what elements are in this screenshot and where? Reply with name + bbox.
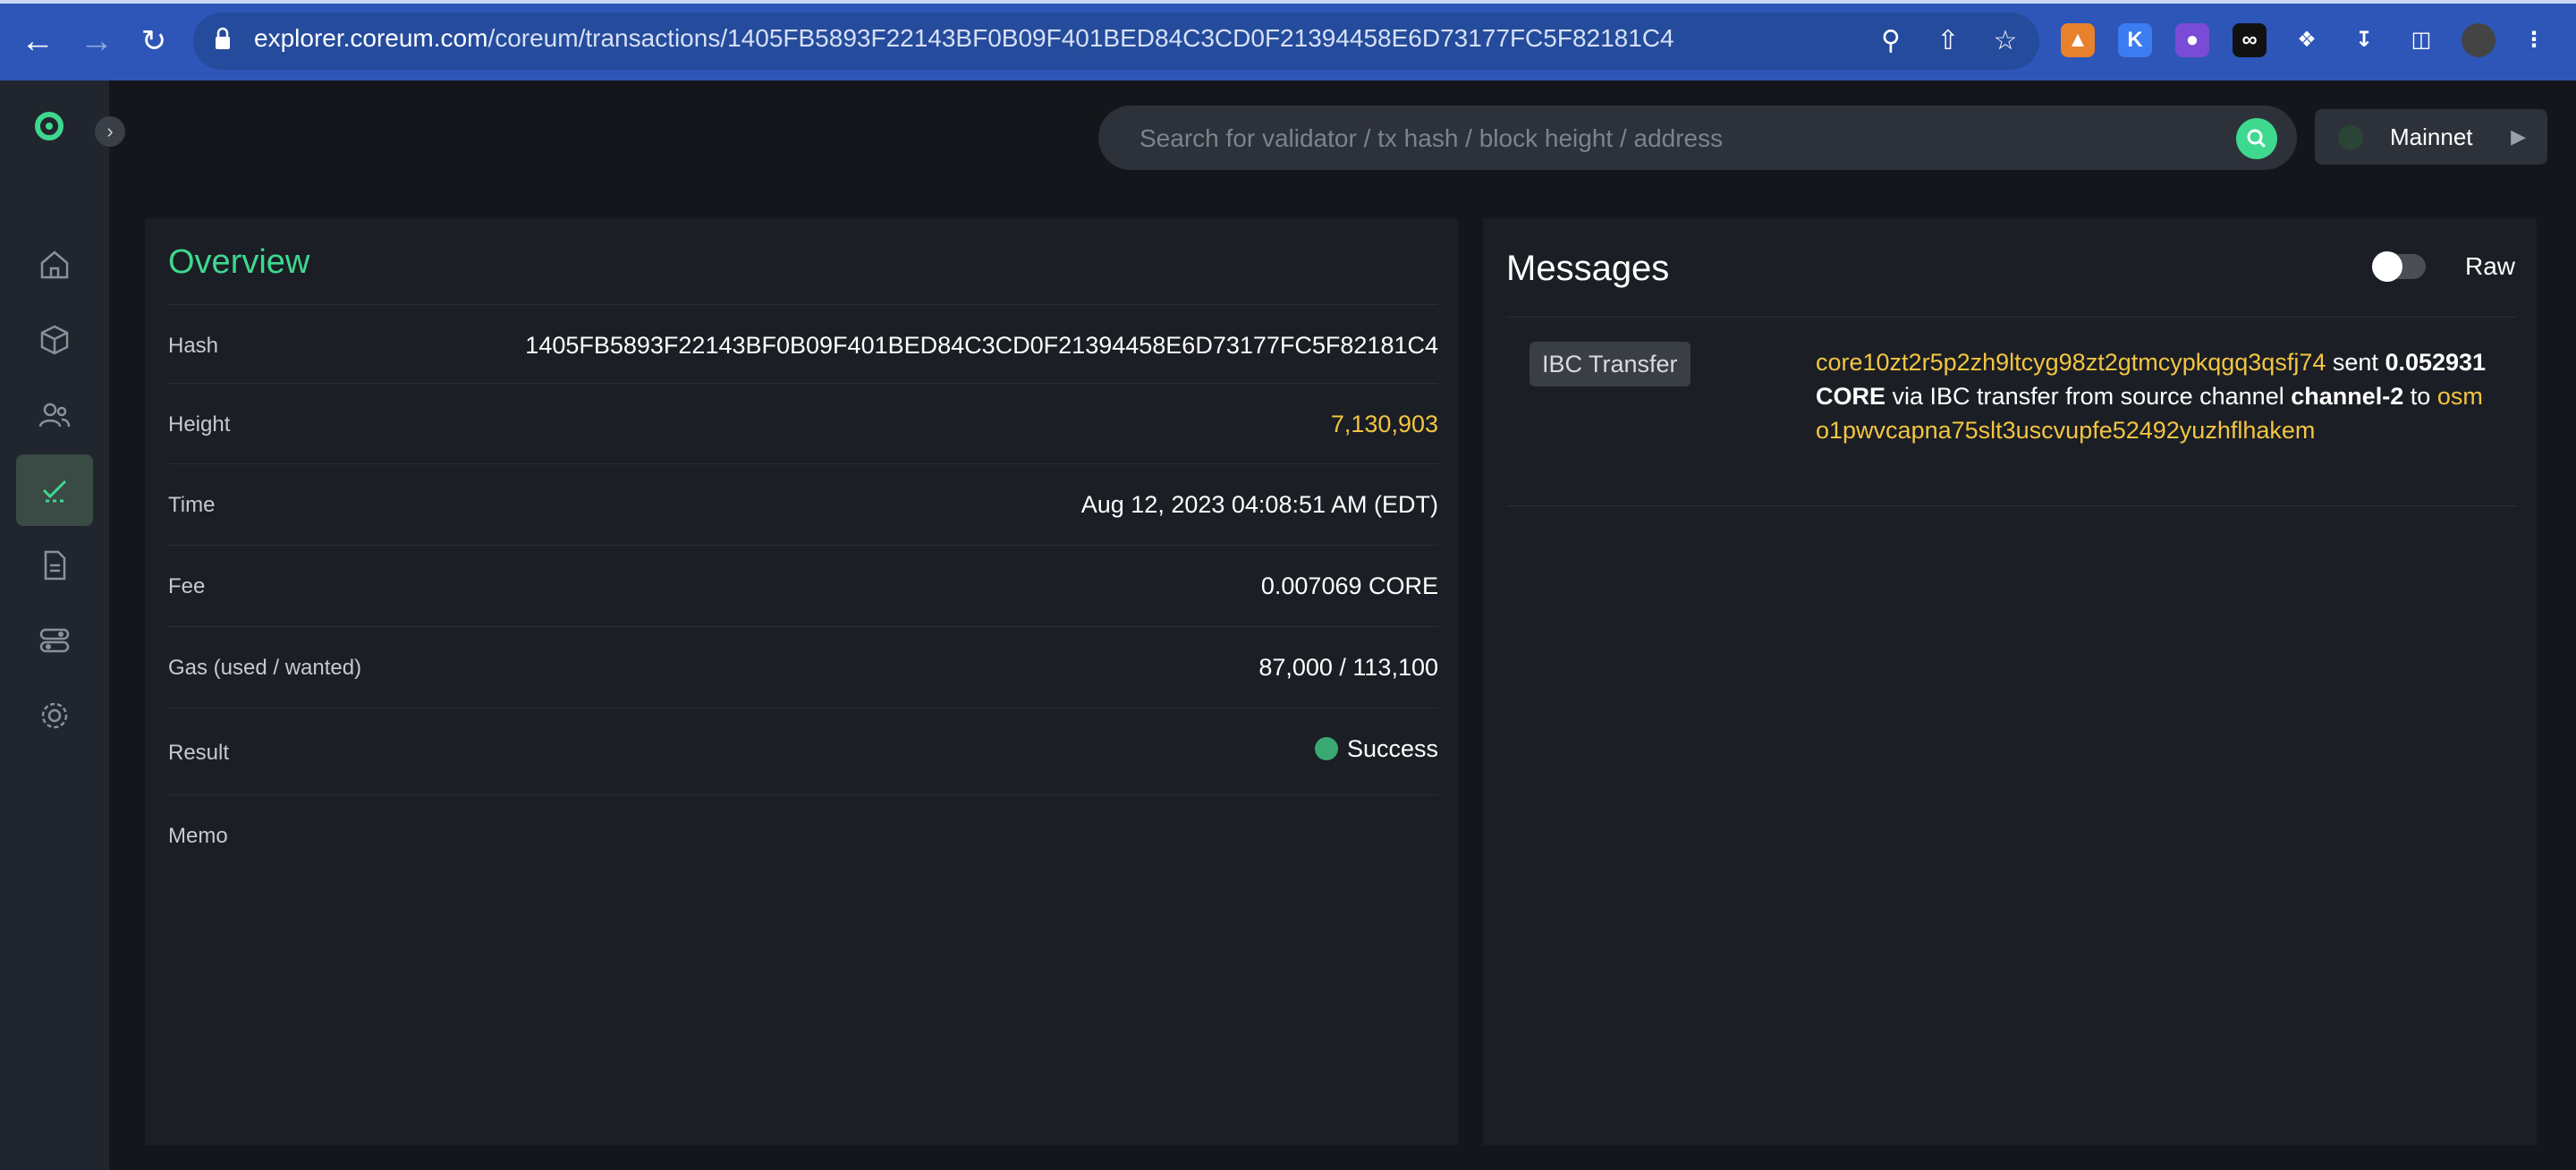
raw-label: Raw: [2465, 252, 2516, 280]
message-type-badge: IBC Transfer: [1530, 342, 1690, 386]
share-icon[interactable]: ⇧: [1932, 25, 1964, 57]
search-input[interactable]: [1138, 106, 2197, 172]
download-icon[interactable]: ↧: [2347, 23, 2381, 57]
to-text: to: [2410, 383, 2431, 410]
keplr-extension-icon[interactable]: K: [2118, 23, 2152, 57]
result-label: Result: [168, 741, 230, 765]
message-divider: [1506, 505, 2517, 506]
caret-right-icon: ▶: [2511, 125, 2526, 148]
fee-value: 0.007069 CORE: [1260, 572, 1438, 599]
search-icon: [2247, 129, 2267, 148]
height-label: Height: [168, 412, 231, 437]
extensions-puzzle-icon[interactable]: ❖: [2290, 23, 2324, 57]
result-text: Success: [1346, 735, 1438, 762]
time-value: Aug 12, 2023 04:08:51 AM (EDT): [1080, 491, 1438, 518]
messages-panel: Messages Raw IBC Transfer core10zt2r5p2z…: [1483, 218, 2537, 1145]
profile-avatar[interactable]: [2462, 23, 2496, 57]
raw-toggle[interactable]: [2372, 251, 2426, 282]
leap-extension-icon[interactable]: ●: [2175, 23, 2209, 57]
cube-icon: [40, 325, 69, 355]
home-icon: [40, 250, 69, 279]
success-check-icon: [1314, 736, 1338, 760]
fee-label: Fee: [168, 574, 206, 598]
height-row: Height 7,130,903: [168, 383, 1438, 464]
sidebar-item-settings[interactable]: [16, 680, 93, 751]
users-icon: [38, 403, 71, 428]
bookmark-star-icon[interactable]: ☆: [1989, 25, 2021, 57]
overview-title: Overview: [168, 243, 310, 281]
sidebar-item-transactions[interactable]: [16, 454, 93, 526]
transfer-description-text: via IBC transfer from source channel: [1892, 383, 2284, 410]
channel-text: channel-2: [2291, 383, 2404, 410]
coreum-logo[interactable]: [34, 111, 64, 141]
memo-label: Memo: [168, 824, 228, 848]
time-label: Time: [168, 493, 216, 517]
transactions-check-icon: [42, 479, 67, 503]
sent-text: sent: [2332, 349, 2378, 376]
overview-panel: Overview Hash 1405FB5893F22143BF0B09F401…: [145, 218, 1458, 1145]
search-button[interactable]: [2236, 118, 2277, 159]
sidebar-item-validators[interactable]: [16, 379, 93, 451]
document-icon: [44, 550, 66, 581]
forward-arrow-icon[interactable]: →: [77, 21, 116, 61]
toggles-icon: [39, 628, 70, 653]
network-selector[interactable]: Mainnet ▶: [2315, 109, 2547, 165]
messages-divider: [1506, 317, 2517, 318]
network-signal-icon: [2338, 125, 2363, 150]
gear-icon: [41, 702, 68, 729]
message-description: core10zt2r5p2zh9ltcyg98zt2gtmcypkqgq3qsf…: [1816, 345, 2496, 447]
sidebar: ›: [0, 81, 125, 1170]
lock-icon: [216, 27, 230, 49]
height-link[interactable]: 7,130,903: [1331, 411, 1438, 438]
fee-row: Fee 0.007069 CORE: [168, 545, 1438, 627]
sidebar-item-proposals[interactable]: [16, 530, 93, 601]
raw-toggle-knob: [2372, 251, 2402, 282]
sender-address-link[interactable]: core10zt2r5p2zh9ltcyg98zt2gtmcypkqgq3qsf…: [1816, 349, 2326, 376]
url-path: /coreum/transactions/1405FB5893F22143BF0…: [487, 24, 1674, 52]
result-value: Success: [1314, 735, 1438, 763]
sidebar-item-home[interactable]: [16, 229, 93, 301]
url-text[interactable]: explorer.coreum.com/coreum/transactions/…: [254, 24, 1674, 53]
browser-toolbar: ← → ↻ explorer.coreum.com/coreum/transac…: [0, 0, 2576, 81]
sidebar-item-blocks[interactable]: [16, 304, 93, 376]
wallet-extension-icon[interactable]: ∞: [2233, 23, 2267, 57]
side-panel-icon[interactable]: ◫: [2404, 23, 2438, 57]
hash-value: 1405FB5893F22143BF0B09F401BED84C3CD0F213…: [525, 332, 1438, 359]
memo-row: Memo: [168, 794, 1438, 876]
hash-label: Hash: [168, 334, 219, 358]
metamask-extension-icon[interactable]: ▲: [2061, 23, 2095, 57]
hash-row: Hash 1405FB5893F22143BF0B09F401BED84C3CD…: [168, 304, 1438, 384]
time-row: Time Aug 12, 2023 04:08:51 AM (EDT): [168, 463, 1438, 546]
app-root: › Mainnet ▶ Overv: [0, 81, 2576, 1170]
back-arrow-icon[interactable]: ←: [18, 21, 57, 61]
result-row: Result Success: [168, 708, 1438, 795]
search-bar: [1098, 106, 2297, 172]
messages-title: Messages: [1506, 249, 1670, 288]
sidebar-item-params[interactable]: [16, 605, 93, 676]
reload-icon[interactable]: ↻: [134, 21, 174, 61]
gas-value: 87,000 / 113,100: [1258, 654, 1438, 681]
zoom-icon[interactable]: ⚲: [1875, 25, 1907, 57]
tab-strip-edge: [0, 0, 2576, 4]
browser-menu-icon[interactable]: ⋮: [2517, 23, 2551, 57]
gas-label: Gas (used / wanted): [168, 656, 362, 680]
gas-row: Gas (used / wanted) 87,000 / 113,100: [168, 626, 1438, 708]
url-host: explorer.coreum.com: [254, 24, 488, 52]
network-label: Mainnet: [2390, 123, 2473, 150]
sidebar-expand-chevron-icon[interactable]: ›: [95, 116, 125, 147]
